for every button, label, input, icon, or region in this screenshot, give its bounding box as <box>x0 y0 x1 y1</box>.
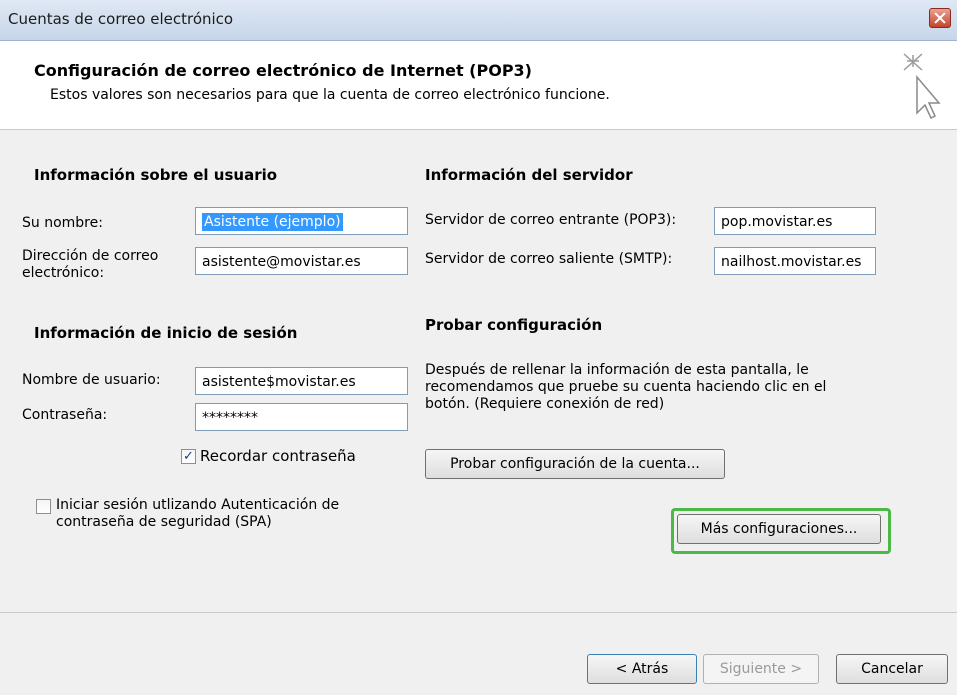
incoming-server-field[interactable]: pop.movistar.es <box>714 207 876 235</box>
name-field[interactable]: Asistente (ejemplo) <box>195 207 408 235</box>
name-label: Su nombre: <box>22 215 103 231</box>
username-field[interactable]: asistente$movistar.es <box>195 367 408 395</box>
password-field[interactable]: ******** <box>195 403 408 431</box>
user-info-heading: Información sobre el usuario <box>34 166 278 184</box>
page-title: Configuración de correo electrónico de I… <box>34 61 532 80</box>
outgoing-server-label: Servidor de correo saliente (SMTP): <box>425 251 673 267</box>
username-label: Nombre de usuario: <box>22 372 161 388</box>
spa-label: Iniciar sesión utlizando Autenticación d… <box>56 497 340 530</box>
name-value: Asistente (ejemplo) <box>202 213 343 231</box>
back-button[interactable]: < Atrás <box>587 654 697 684</box>
email-label: Dirección de correo electrónico: <box>22 248 159 281</box>
remember-password-label: Recordar contraseña <box>200 447 356 465</box>
window-titlebar: Cuentas de correo electrónico <box>0 0 957 41</box>
server-info-heading: Información del servidor <box>425 166 633 184</box>
remember-password-checkbox[interactable]: ✓ <box>181 449 196 464</box>
login-info-heading: Información de inicio de sesión <box>34 324 298 342</box>
test-account-button[interactable]: Probar configuración de la cuenta... <box>425 449 725 479</box>
test-description: Después de rellenar la información de es… <box>425 362 827 412</box>
test-settings-heading: Probar configuración <box>425 316 603 334</box>
password-label: Contraseña: <box>22 407 108 423</box>
close-icon[interactable] <box>929 8 951 28</box>
footer-divider <box>0 612 957 613</box>
wizard-cursor-icon <box>903 53 941 120</box>
email-field[interactable]: asistente@movistar.es <box>195 247 408 275</box>
window-title: Cuentas de correo electrónico <box>8 10 234 28</box>
more-settings-button[interactable]: Más configuraciones... <box>677 514 881 544</box>
next-button[interactable]: Siguiente > <box>703 654 819 684</box>
incoming-server-label: Servidor de correo entrante (POP3): <box>425 212 677 228</box>
wizard-header: Configuración de correo electrónico de I… <box>0 41 957 130</box>
page-subtitle: Estos valores son necesarios para que la… <box>50 87 610 103</box>
spa-checkbox[interactable] <box>36 499 51 514</box>
cancel-button[interactable]: Cancelar <box>836 654 948 684</box>
outgoing-server-field[interactable]: nailhost.movistar.es <box>714 247 876 275</box>
